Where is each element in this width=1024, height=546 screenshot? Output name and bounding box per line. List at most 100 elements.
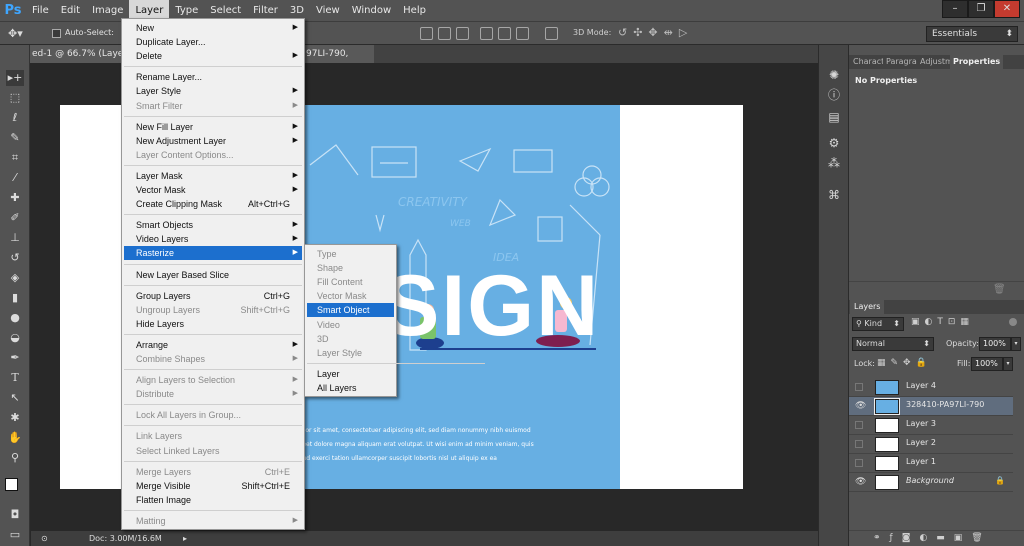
menu-item-group-layers[interactable]: Group Layers Ctrl+G xyxy=(124,289,302,303)
blur-tool-icon[interactable]: ● xyxy=(6,310,24,326)
menu-item-smart-object[interactable]: Smart Object xyxy=(307,303,394,318)
trash-icon[interactable]: 🗑 xyxy=(993,284,1006,295)
menu-item-shape[interactable]: Shape xyxy=(307,261,394,275)
layer-filter-icons[interactable]: ▣◐T⊡▦ xyxy=(911,317,974,327)
layer-row[interactable]: Layer 3 xyxy=(849,416,1013,435)
visibility-toggle[interactable] xyxy=(855,440,863,448)
stamp-tool-icon[interactable]: ⊥ xyxy=(6,230,24,246)
menu-item-distribute[interactable]: Distribute ▶ xyxy=(124,387,302,401)
menu-item-video-layers[interactable]: Video Layers ▶ xyxy=(124,232,302,246)
align-right-icon[interactable] xyxy=(516,27,529,40)
opacity-dropdown[interactable]: ▾ xyxy=(1011,337,1021,351)
move-tool-icon[interactable]: ▸+ xyxy=(6,70,24,86)
align-left-icon[interactable] xyxy=(480,27,493,40)
menu-item-smart-objects[interactable]: Smart Objects ▶ xyxy=(124,218,302,232)
menu-item-layer[interactable]: Layer xyxy=(307,367,394,381)
close-button[interactable]: ✕ xyxy=(994,0,1020,18)
zoom-tool-icon[interactable]: ⚲ xyxy=(6,450,24,466)
custom-shape-tool-icon[interactable]: ✱ xyxy=(6,410,24,426)
type-tool-icon[interactable]: T xyxy=(6,370,24,386)
menu-item-fill-content[interactable]: Fill Content xyxy=(307,275,394,289)
menu-item-matting[interactable]: Matting ▶ xyxy=(124,514,302,528)
menu-item-layer-content-options[interactable]: Layer Content Options... xyxy=(124,148,302,162)
brush-presets-icon[interactable]: ⚙ xyxy=(826,135,842,151)
opacity-input[interactable]: 100% xyxy=(979,337,1011,351)
brush-tool-icon[interactable]: ✐ xyxy=(6,210,24,226)
menu-item-select-linked-layers[interactable]: Select Linked Layers xyxy=(124,444,302,458)
tab-paragraph[interactable]: Paragra xyxy=(883,55,920,69)
menu-item-all-layers[interactable]: All Layers xyxy=(307,381,394,395)
align-middle-icon[interactable] xyxy=(438,27,451,40)
menu-item-arrange[interactable]: Arrange ▶ xyxy=(124,338,302,352)
filter-toggle[interactable] xyxy=(1009,318,1017,326)
3d-tools-icons[interactable]: ↺✣✥⇹▷ xyxy=(618,26,693,39)
eye-icon[interactable]: 👁 xyxy=(855,477,866,487)
lock-icons[interactable]: ▦✎✥🔒 xyxy=(877,358,932,368)
quick-mask-icon[interactable]: ◘ xyxy=(6,507,24,523)
menu-item-smart-filter[interactable]: Smart Filter ▶ xyxy=(124,99,302,113)
healing-tool-icon[interactable]: ✚ xyxy=(6,190,24,206)
info-icon[interactable]: ⓘ xyxy=(826,87,842,103)
fill-dropdown[interactable]: ▾ xyxy=(1003,357,1013,371)
foreground-color-swatch[interactable] xyxy=(5,478,18,491)
menu-item-combine-shapes[interactable]: Combine Shapes ▶ xyxy=(124,352,302,366)
fill-input[interactable]: 100% xyxy=(971,357,1003,371)
menu-item-new-adjustment-layer[interactable]: New Adjustment Layer ▶ xyxy=(124,134,302,148)
clone-source-icon[interactable]: ⁂ xyxy=(826,155,842,171)
menu-item-duplicate-layer[interactable]: Duplicate Layer... xyxy=(124,35,302,49)
menu-item-vector-mask[interactable]: Vector Mask ▶ xyxy=(124,183,302,197)
layer-row[interactable]: Layer 4 xyxy=(849,378,1013,397)
layer-row[interactable]: Layer 2 xyxy=(849,435,1013,454)
tab-properties[interactable]: Properties xyxy=(950,55,1004,69)
hand-tool-icon[interactable]: ✋ xyxy=(6,430,24,446)
crop-tool-icon[interactable]: ⌗ xyxy=(6,150,24,166)
menu-view[interactable]: View xyxy=(310,0,346,21)
menu-file[interactable]: File xyxy=(26,0,55,21)
navigator-icon[interactable]: ✺ xyxy=(826,67,842,83)
align-bottom-icon[interactable] xyxy=(456,27,469,40)
auto-align-icon[interactable] xyxy=(545,27,558,40)
layer-row[interactable]: 👁 328410-PA97LI-790 xyxy=(849,397,1013,416)
history-brush-tool-icon[interactable]: ↺ xyxy=(6,250,24,266)
visibility-toggle[interactable] xyxy=(855,459,863,467)
layers-footer-icons[interactable]: ⚭ƒ◙◐▬▣🗑 xyxy=(873,533,992,543)
gradient-tool-icon[interactable]: ▮ xyxy=(6,290,24,306)
menu-item-align-layers-to-selection[interactable]: Align Layers to Selection ▶ xyxy=(124,373,302,387)
menu-window[interactable]: Window xyxy=(346,0,397,21)
quick-select-tool-icon[interactable]: ✎ xyxy=(6,130,24,146)
tab-layers[interactable]: Layers xyxy=(850,300,885,314)
menu-item-layer-mask[interactable]: Layer Mask ▶ xyxy=(124,169,302,183)
align-center-icon[interactable] xyxy=(498,27,511,40)
dodge-tool-icon[interactable]: ◒ xyxy=(6,330,24,346)
lasso-tool-icon[interactable]: ℓ xyxy=(6,110,24,126)
menu-item-layer-style[interactable]: Layer Style ▶ xyxy=(124,84,302,98)
pen-tool-icon[interactable]: ✒ xyxy=(6,350,24,366)
menu-item-create-clipping-mask[interactable]: Create Clipping Mask Alt+Ctrl+G xyxy=(124,197,302,211)
menu-item-type[interactable]: Type xyxy=(307,247,394,261)
marquee-tool-icon[interactable]: ⬚ xyxy=(6,90,24,106)
visibility-toggle[interactable] xyxy=(855,421,863,429)
eraser-tool-icon[interactable]: ◈ xyxy=(6,270,24,286)
visibility-toggle[interactable] xyxy=(855,383,863,391)
workspace-select[interactable]: Essentials ⬍ xyxy=(926,26,1018,42)
menu-item-3d[interactable]: 3D xyxy=(307,332,394,346)
maximize-button[interactable]: ❐ xyxy=(968,0,994,18)
menu-item-rasterize[interactable]: Rasterize ▶ xyxy=(124,246,302,261)
menu-item-new-layer-based-slice[interactable]: New Layer Based Slice xyxy=(124,268,302,282)
layer-row[interactable]: 👁 Background 🔒 xyxy=(849,473,1013,492)
blend-mode-select[interactable]: Normal ⬍ xyxy=(852,337,934,351)
layer-filter-select[interactable]: ⚲ Kind ⬍ xyxy=(852,317,904,331)
paths-icon[interactable]: ⌘ xyxy=(826,187,842,203)
menu-help[interactable]: Help xyxy=(397,0,432,21)
eyedropper-tool-icon[interactable]: ⁄ xyxy=(6,170,24,186)
layer-row[interactable]: Layer 1 xyxy=(849,454,1013,473)
path-select-tool-icon[interactable]: ↖ xyxy=(6,390,24,406)
screen-mode-icon[interactable]: ▭ xyxy=(6,527,24,543)
status-menu-arrow-icon[interactable]: ▸ xyxy=(183,531,187,546)
status-icon[interactable]: ⊙ xyxy=(41,531,48,546)
menu-item-merge-layers[interactable]: Merge Layers Ctrl+E xyxy=(124,465,302,479)
move-tool-icon[interactable]: ✥▾ xyxy=(8,27,23,40)
menu-item-vector-mask[interactable]: Vector Mask xyxy=(307,289,394,303)
tab-character[interactable]: Charact xyxy=(850,55,888,69)
menu-item-merge-visible[interactable]: Merge Visible Shift+Ctrl+E xyxy=(124,479,302,493)
